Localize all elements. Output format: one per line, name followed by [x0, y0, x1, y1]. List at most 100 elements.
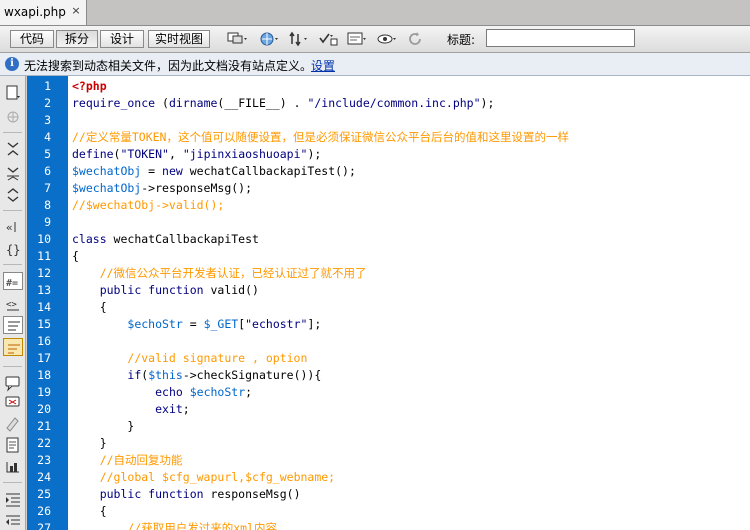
code-token: $wechatObj: [72, 181, 142, 195]
svg-text:«: «: [6, 221, 13, 234]
multiscreen-icon[interactable]: [226, 30, 248, 48]
code-token: public function: [99, 283, 204, 297]
code-line[interactable]: $echoStr = $_GET["echostr"];: [72, 316, 321, 333]
code-line[interactable]: }: [72, 435, 107, 452]
line-number: 12: [37, 266, 51, 280]
info-message: 无法搜索到动态相关文件，因为此文档没有站点定义。: [24, 59, 313, 73]
code-line[interactable]: {: [72, 248, 79, 265]
code-line[interactable]: {: [72, 299, 107, 316]
code-token: class: [72, 232, 107, 246]
code-token: require_once: [72, 96, 156, 110]
line-number: 9: [44, 215, 51, 229]
code-token: exit: [155, 402, 183, 416]
preview-browser-icon[interactable]: [258, 30, 280, 48]
code-token: $_GET: [203, 317, 239, 331]
collapse-selection-icon[interactable]: [3, 164, 23, 182]
code-line[interactable]: //自动回复功能: [72, 452, 183, 469]
refresh-icon[interactable]: [405, 30, 427, 48]
visual-aids-icon[interactable]: [376, 30, 398, 48]
line-number: 21: [37, 419, 51, 433]
wrap-tag-icon[interactable]: [3, 414, 23, 432]
code-view-button[interactable]: 代码: [10, 30, 54, 48]
select-parent-tag-icon[interactable]: «: [3, 218, 23, 236]
recent-snippets-icon[interactable]: [3, 436, 23, 454]
balance-braces-icon[interactable]: {}: [3, 240, 23, 258]
code-line[interactable]: $wechatObj = new wechatCallbackapiTest()…: [72, 163, 356, 180]
line-number: 8: [44, 198, 51, 212]
live-view-button[interactable]: 实时视图: [148, 30, 210, 48]
line-number: 18: [37, 368, 51, 382]
code-token: ;: [245, 385, 253, 399]
collapse-tag-icon[interactable]: [3, 140, 23, 158]
code-token: define: [72, 147, 114, 161]
code-token: responseMsg(): [203, 487, 301, 501]
open-documents-icon[interactable]: [3, 84, 23, 102]
code-line[interactable]: <?php: [72, 78, 107, 95]
code-navigator-icon[interactable]: [3, 108, 23, 126]
move-css-icon[interactable]: [3, 458, 23, 476]
code-line[interactable]: define("TOKEN", "jipinxiaoshuoapi");: [72, 146, 321, 163]
code-token: valid(): [203, 283, 259, 297]
highlight-invalid-code-icon[interactable]: <>: [3, 296, 23, 314]
code-line[interactable]: //$wechatObj->valid();: [72, 197, 224, 214]
title-label: 标题:: [447, 33, 476, 47]
w3c-validation-icon[interactable]: [318, 30, 340, 48]
expand-all-icon[interactable]: [3, 186, 23, 204]
code-line[interactable]: //global $cfg_wapurl,$cfg_webname;: [72, 469, 335, 486]
code-line[interactable]: }: [72, 418, 134, 435]
code-token: =: [141, 164, 163, 178]
word-wrap-icon[interactable]: [3, 316, 23, 334]
code-token: {: [72, 249, 79, 263]
code-line[interactable]: class wechatCallbackapiTest: [72, 231, 259, 248]
site-setup-link[interactable]: 设置: [311, 57, 335, 74]
design-view-button[interactable]: 设计: [100, 30, 144, 48]
file-management-icon[interactable]: [288, 30, 310, 48]
code-token: $echoStr: [127, 317, 183, 331]
line-number: 14: [37, 300, 51, 314]
code-token: wechatCallbackapiTest: [106, 232, 259, 246]
code-line[interactable]: public function valid(): [72, 282, 259, 299]
indent-code-icon[interactable]: [3, 490, 23, 508]
code-line[interactable]: //valid signature , option: [72, 350, 307, 367]
code-editor[interactable]: <?php require_once (dirname(__FILE__) . "…: [68, 76, 750, 530]
code-line[interactable]: {: [72, 503, 107, 520]
document-tab-label: wxapi.php: [4, 5, 66, 19]
browser-compatibility-icon[interactable]: [346, 30, 368, 48]
code-token: //自动回复功能: [99, 453, 183, 467]
code-line[interactable]: require_once (dirname(__FILE__) . "/incl…: [72, 95, 494, 112]
apply-comment-icon[interactable]: [3, 374, 23, 392]
outdent-code-icon[interactable]: [3, 512, 23, 530]
syntax-coloring-icon[interactable]: [3, 338, 23, 356]
code-line[interactable]: //获取用户发过来的xml内容: [72, 520, 277, 530]
code-token: "echostr": [245, 317, 308, 331]
code-line[interactable]: $wechatObj->responseMsg();: [72, 180, 252, 197]
code-token: "jipinxiaoshuoapi": [182, 147, 308, 161]
code-line[interactable]: //微信公众平台开发者认证，已经认证过了就不用了: [72, 265, 367, 282]
code-token: if: [127, 368, 142, 382]
close-icon[interactable]: ×: [69, 4, 83, 18]
document-toolbar: 代码 拆分 设计 实时视图 标题:: [0, 26, 750, 53]
line-number: 2: [44, 96, 51, 110]
code-token: $echoStr: [189, 385, 246, 399]
code-token: {: [72, 504, 107, 518]
line-number: 22: [37, 436, 51, 450]
split-view-button[interactable]: 拆分: [56, 30, 98, 48]
code-token: ,: [168, 147, 183, 161]
document-tab[interactable]: wxapi.php ×: [0, 0, 87, 25]
code-line[interactable]: //定义常量TOKEN，这个值可以随便设置，但是必须保证微信公众平台后台的值和这…: [72, 129, 569, 146]
line-numbers-icon[interactable]: #=: [3, 272, 23, 290]
title-input[interactable]: [486, 29, 635, 47]
code-line[interactable]: echo $echoStr;: [72, 384, 252, 401]
code-line[interactable]: exit;: [72, 401, 190, 418]
code-line[interactable]: public function responseMsg(): [72, 486, 301, 503]
line-number: 13: [37, 283, 51, 297]
code-line[interactable]: if($this->checkSignature()){: [72, 367, 321, 384]
remove-comment-icon[interactable]: [3, 394, 23, 412]
line-number: 11: [37, 249, 51, 263]
info-bar: i 无法搜索到动态相关文件，因为此文档没有站点定义。 设置: [0, 53, 750, 76]
